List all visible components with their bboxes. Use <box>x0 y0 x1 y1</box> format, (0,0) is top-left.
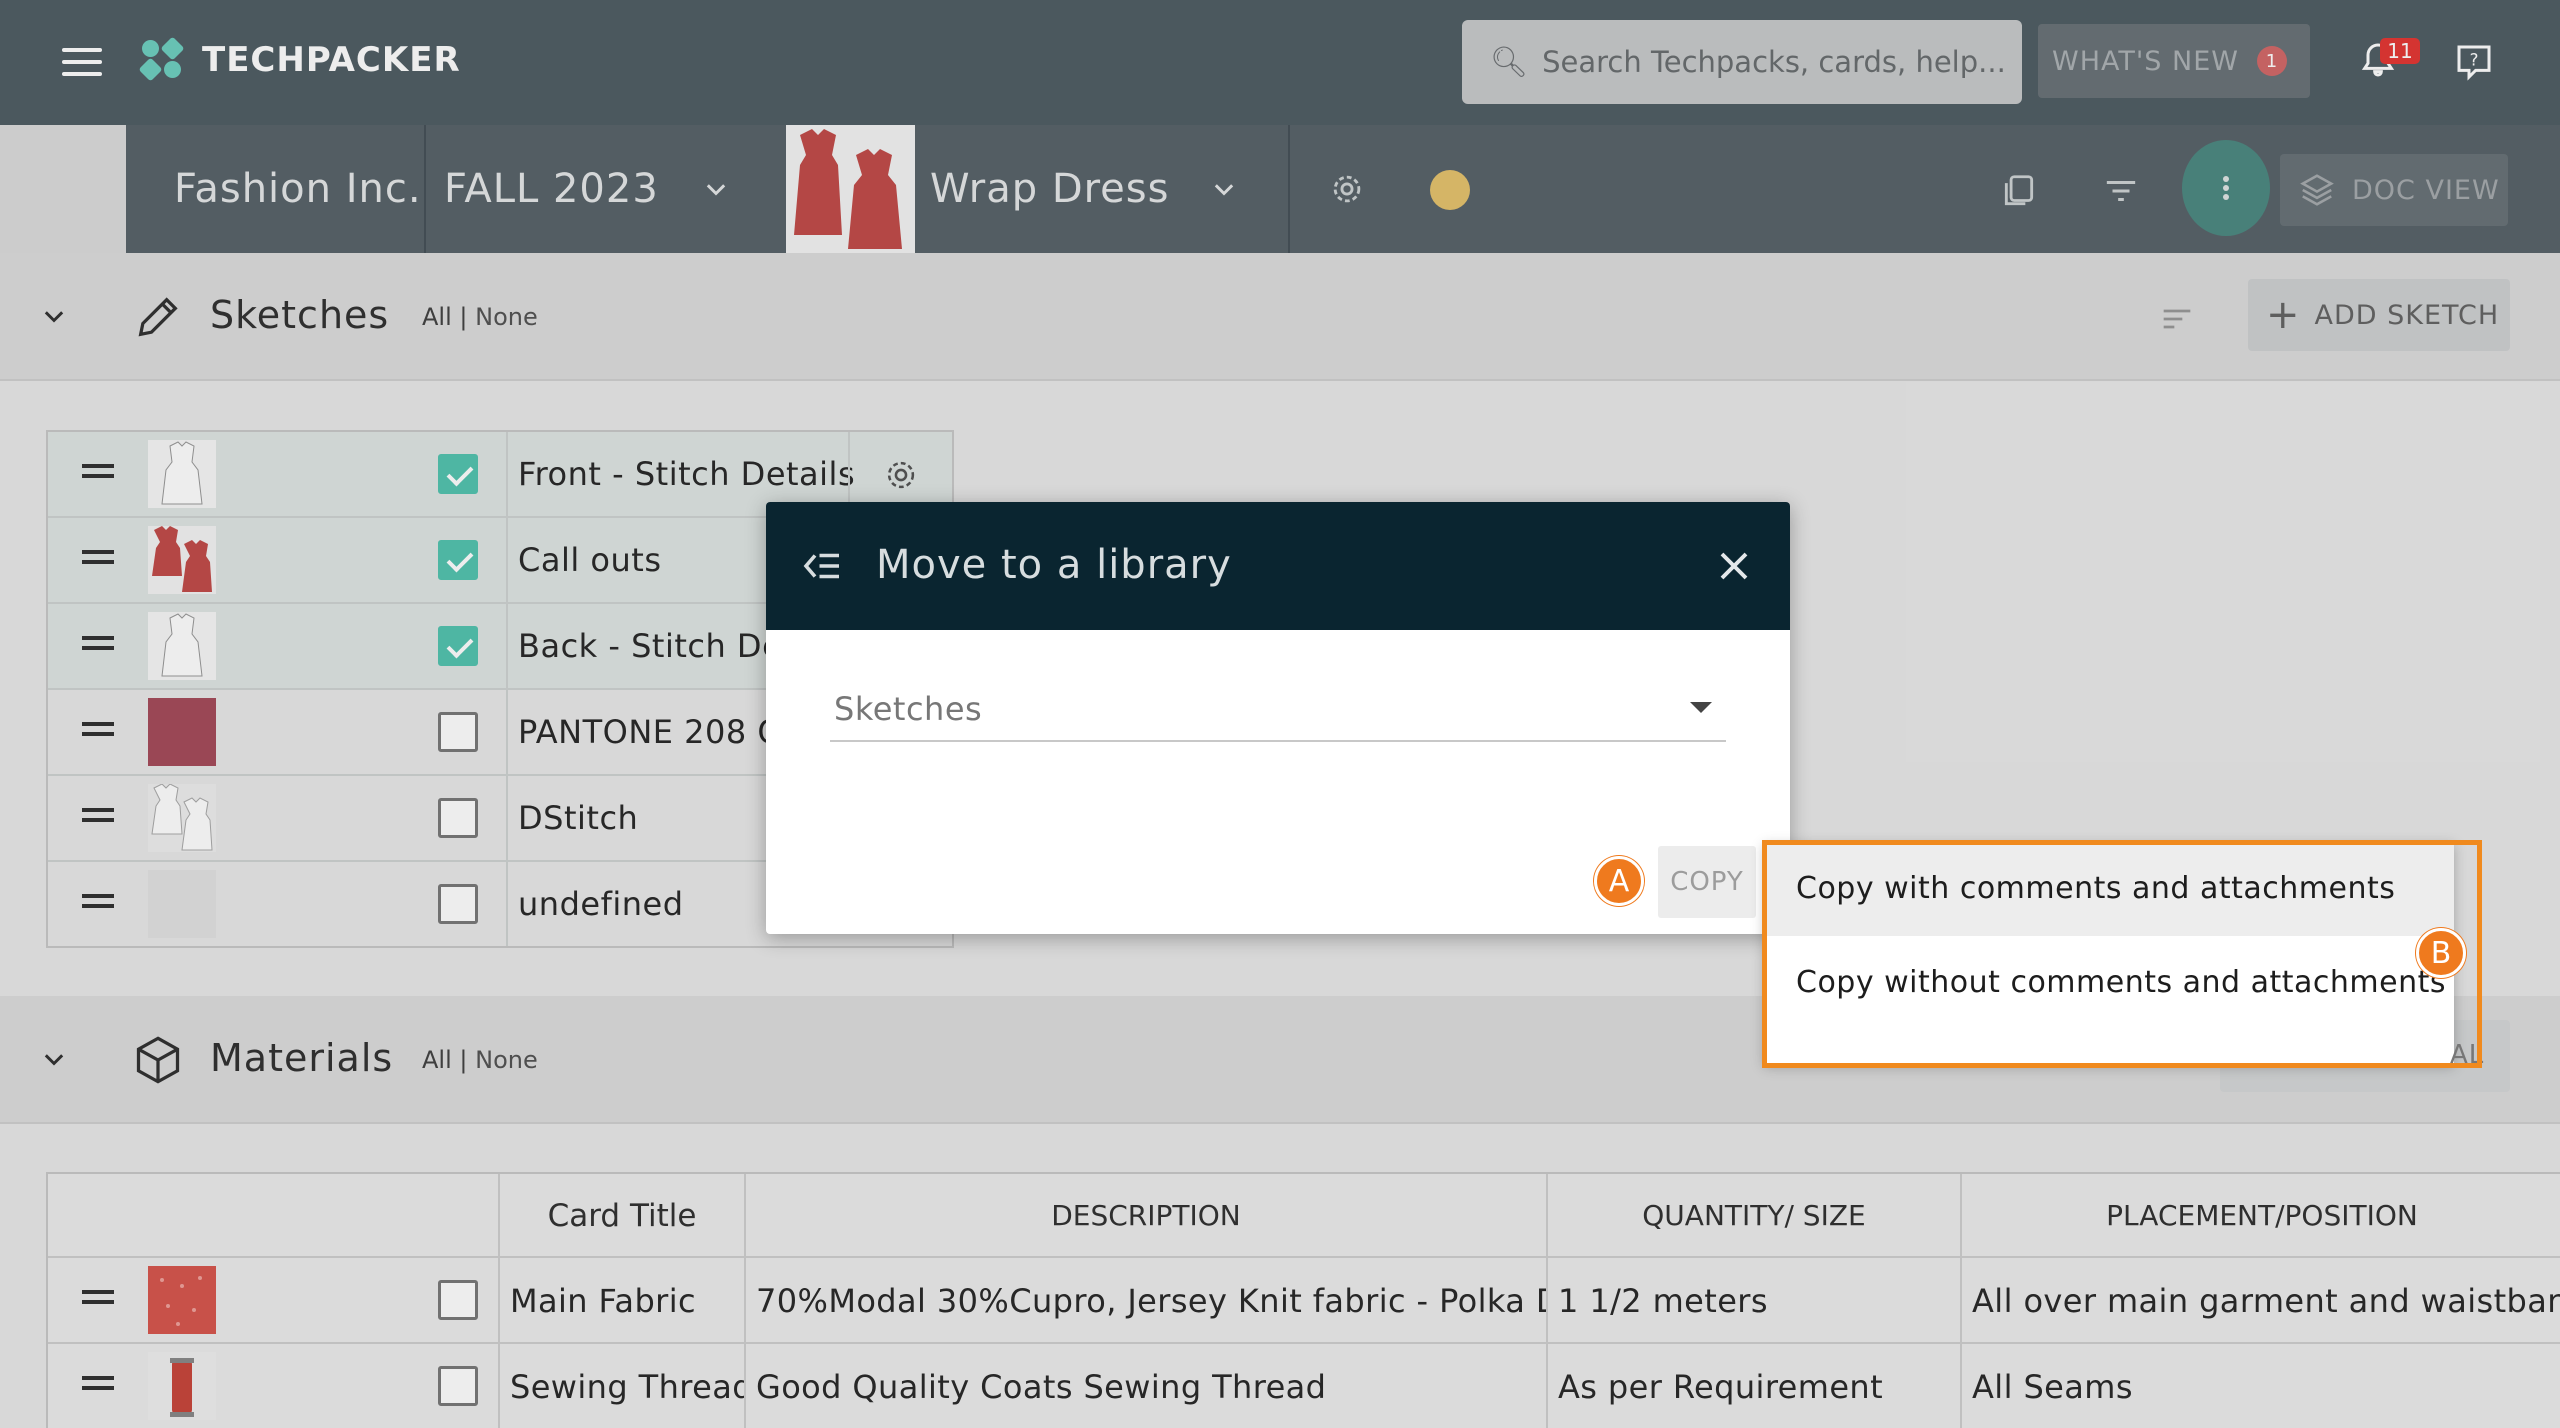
library-select-value: Sketches <box>834 690 983 728</box>
annotation-marker-a: A <box>1594 856 1644 906</box>
annotation-marker-b: B <box>2416 928 2466 978</box>
library-select[interactable]: Sketches <box>830 674 1726 742</box>
annotation-highlight-box <box>1762 840 2482 1068</box>
library-move-icon <box>803 553 839 579</box>
dropdown-caret-icon <box>1690 702 1712 713</box>
close-icon[interactable] <box>1716 548 1752 584</box>
dialog-title: Move to a library <box>876 542 1232 588</box>
dialog-header: Move to a library <box>766 502 1790 630</box>
copy-button[interactable]: COPY <box>1658 846 1756 918</box>
